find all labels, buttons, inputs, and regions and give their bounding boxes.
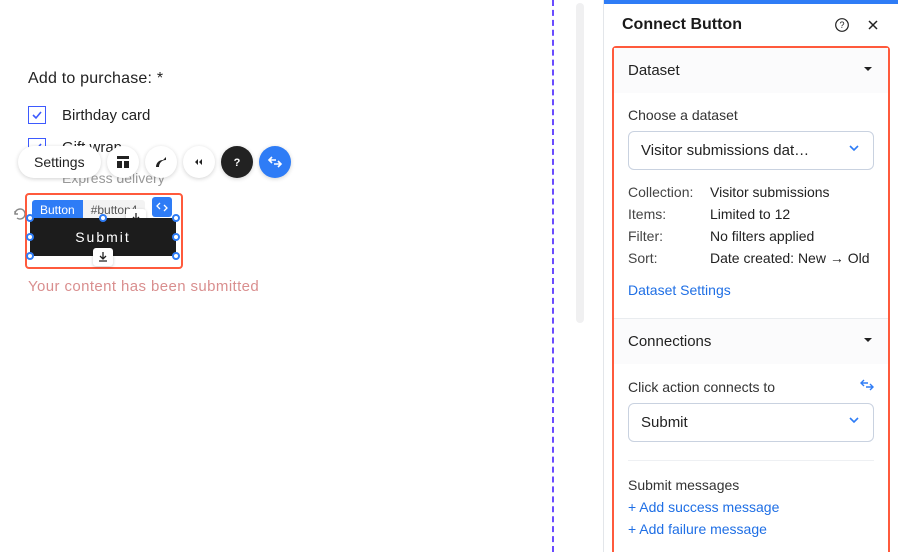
svg-text:?: ? [839,20,844,30]
section-dataset-body: Choose a dataset Visitor submissions dat… [614,93,888,318]
connect-panel: Connect Button ? Dataset Choose a datase… [603,0,898,552]
resize-handle[interactable] [172,233,180,241]
divider [628,460,874,461]
editor-canvas: Add to purchase: * Birthday card Gift wr… [0,0,554,552]
resize-handle[interactable] [26,214,34,222]
dataset-settings-link[interactable]: Dataset Settings [628,282,731,298]
click-action-select[interactable]: Submit [628,403,874,442]
section-label: Dataset [628,62,680,79]
chevron-down-icon [847,413,861,432]
meta-value: Date created: New → Old [710,250,870,266]
element-type-tag: Button [32,200,83,220]
resize-handle[interactable] [172,214,180,222]
meta-key: Items: [628,206,702,222]
dataset-meta: Collection: Visitor submissions Items: Lim… [628,184,874,266]
meta-value: Limited to 12 [710,206,790,222]
help-icon[interactable]: ? [834,17,850,33]
layout-icon[interactable] [107,146,139,178]
resize-handle[interactable] [99,214,107,222]
meta-value: No filters applied [710,228,814,244]
connect-data-icon[interactable] [259,146,291,178]
add-success-message-link[interactable]: + Add success message [628,499,874,515]
settings-button[interactable]: Settings [18,146,101,178]
meta-key: Sort: [628,250,702,266]
section-label: Connections [628,333,711,350]
add-failure-message-link[interactable]: + Add failure message [628,521,874,537]
help-icon[interactable]: ? [221,146,253,178]
dataset-select-value: Visitor submissions dat… [641,142,809,159]
resize-handle[interactable] [26,252,34,260]
meta-key: Filter: [628,228,702,244]
resize-handle[interactable] [172,252,180,260]
resize-handle[interactable] [26,233,34,241]
status-message: Your content has been submitted [28,278,259,295]
panel-title: Connect Button [622,16,826,34]
section-dataset-header[interactable]: Dataset [614,48,888,93]
element-toolbar: Settings ? [18,146,291,178]
vertical-scrollbar[interactable] [558,3,598,549]
click-action-value: Submit [641,414,688,431]
connect-badge-icon[interactable] [152,197,172,217]
chevron-down-icon [862,62,874,79]
form-title: Add to purchase: * [28,70,165,88]
section-connections-body: Click action connects to Submit Submit m… [614,364,888,552]
submit-button-selection[interactable]: Submit [30,218,176,256]
chevron-down-icon [862,333,874,350]
meta-key: Collection: [628,184,702,200]
click-action-label: Click action connects to [628,378,874,395]
checkbox-label: Birthday card [62,107,150,124]
download-icon[interactable] [93,248,113,266]
submit-messages-label: Submit messages [628,477,874,493]
panel-header: Connect Button ? [604,4,898,46]
dataset-select[interactable]: Visitor submissions dat… [628,131,874,170]
design-icon[interactable] [145,146,177,178]
close-icon[interactable] [866,18,880,32]
svg-text:?: ? [233,157,240,169]
highlight-frame: Dataset Choose a dataset Visitor submiss… [612,46,890,552]
chevron-down-icon [847,141,861,160]
choose-dataset-label: Choose a dataset [628,107,874,123]
animation-icon[interactable] [183,146,215,178]
connect-data-icon[interactable] [860,378,874,395]
checkbox-row-birthday[interactable]: Birthday card [28,106,165,124]
checkbox-checked-icon[interactable] [28,106,46,124]
meta-value: Visitor submissions [710,184,830,200]
section-connections-header[interactable]: Connections [614,318,888,364]
